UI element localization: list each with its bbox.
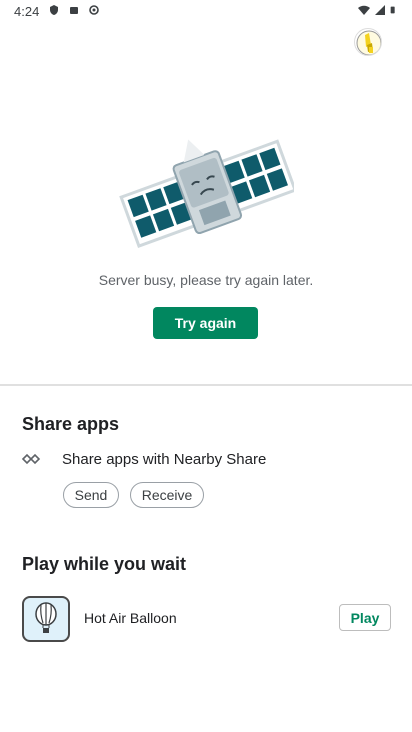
avatar-icon — [356, 30, 381, 55]
battery-icon — [390, 6, 395, 14]
status-time: 4:24 — [14, 4, 40, 19]
nearby-share-row[interactable]: Share apps with Nearby Share — [22, 448, 402, 470]
game-name: Hot Air Balloon — [84, 610, 177, 626]
nearby-share-label: Share apps with Nearby Share — [62, 450, 267, 468]
game-icon[interactable] — [22, 596, 70, 642]
try-again-button[interactable]: Try again — [153, 307, 258, 339]
satellite-illustration — [119, 139, 294, 248]
shield-icon — [50, 5, 58, 15]
send-button[interactable]: Send — [63, 482, 119, 508]
status-bar: 4:24 — [0, 0, 412, 24]
sync-icon — [89, 5, 99, 15]
receive-button[interactable]: Receive — [130, 482, 204, 508]
wifi-icon — [358, 5, 370, 15]
status-left-icons — [48, 4, 100, 16]
status-right-icons — [358, 4, 398, 16]
play-button[interactable]: Play — [339, 604, 391, 631]
section-divider — [0, 384, 412, 386]
play-store-icon — [70, 7, 78, 14]
hot-air-balloon-icon — [35, 602, 57, 633]
share-apps-title: Share apps — [22, 414, 120, 434]
nearby-share-icon — [22, 453, 41, 465]
error-message: Server busy, please try again later. — [98, 272, 314, 288]
play-while-wait-title: Play while you wait — [22, 554, 187, 574]
signal-icon — [375, 5, 385, 15]
account-avatar[interactable] — [354, 28, 382, 56]
